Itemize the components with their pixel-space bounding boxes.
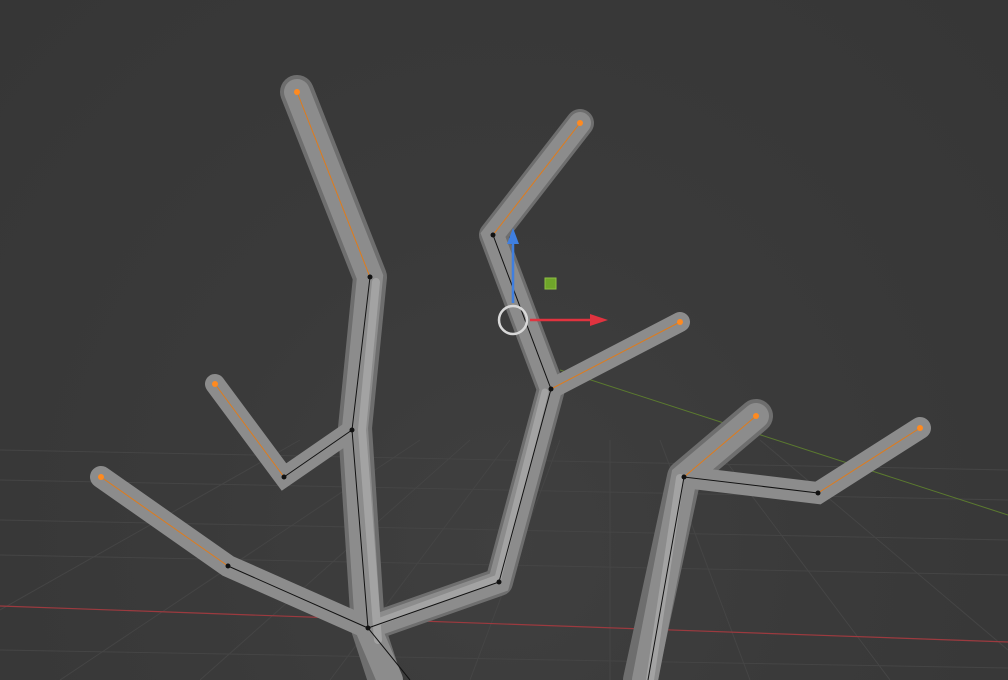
vertex[interactable] <box>349 427 355 433</box>
x-axis-line <box>0 605 1008 643</box>
selected-vertex[interactable] <box>917 425 923 431</box>
selected-vertex[interactable] <box>577 120 583 126</box>
vertex[interactable] <box>815 490 821 496</box>
selected-vertex[interactable] <box>294 89 300 95</box>
selected-vertex[interactable] <box>212 381 218 387</box>
vertex[interactable] <box>281 474 287 480</box>
selected-vertex[interactable] <box>98 474 104 480</box>
vertex[interactable] <box>490 232 496 238</box>
vertex[interactable] <box>365 625 371 631</box>
vertex[interactable] <box>225 563 231 569</box>
x-arrow-icon[interactable] <box>590 314 608 326</box>
selected-vertex[interactable] <box>753 413 759 419</box>
vertex[interactable] <box>681 474 687 480</box>
selected-vertex[interactable] <box>677 319 683 325</box>
xz-plane-handle[interactable] <box>544 277 557 290</box>
vertex[interactable] <box>548 386 554 392</box>
tree-mesh[interactable] <box>90 75 931 680</box>
viewport-scene[interactable] <box>0 0 1008 680</box>
vertex[interactable] <box>496 579 502 585</box>
vertex[interactable] <box>367 274 373 280</box>
3d-viewport[interactable] <box>0 0 1008 680</box>
